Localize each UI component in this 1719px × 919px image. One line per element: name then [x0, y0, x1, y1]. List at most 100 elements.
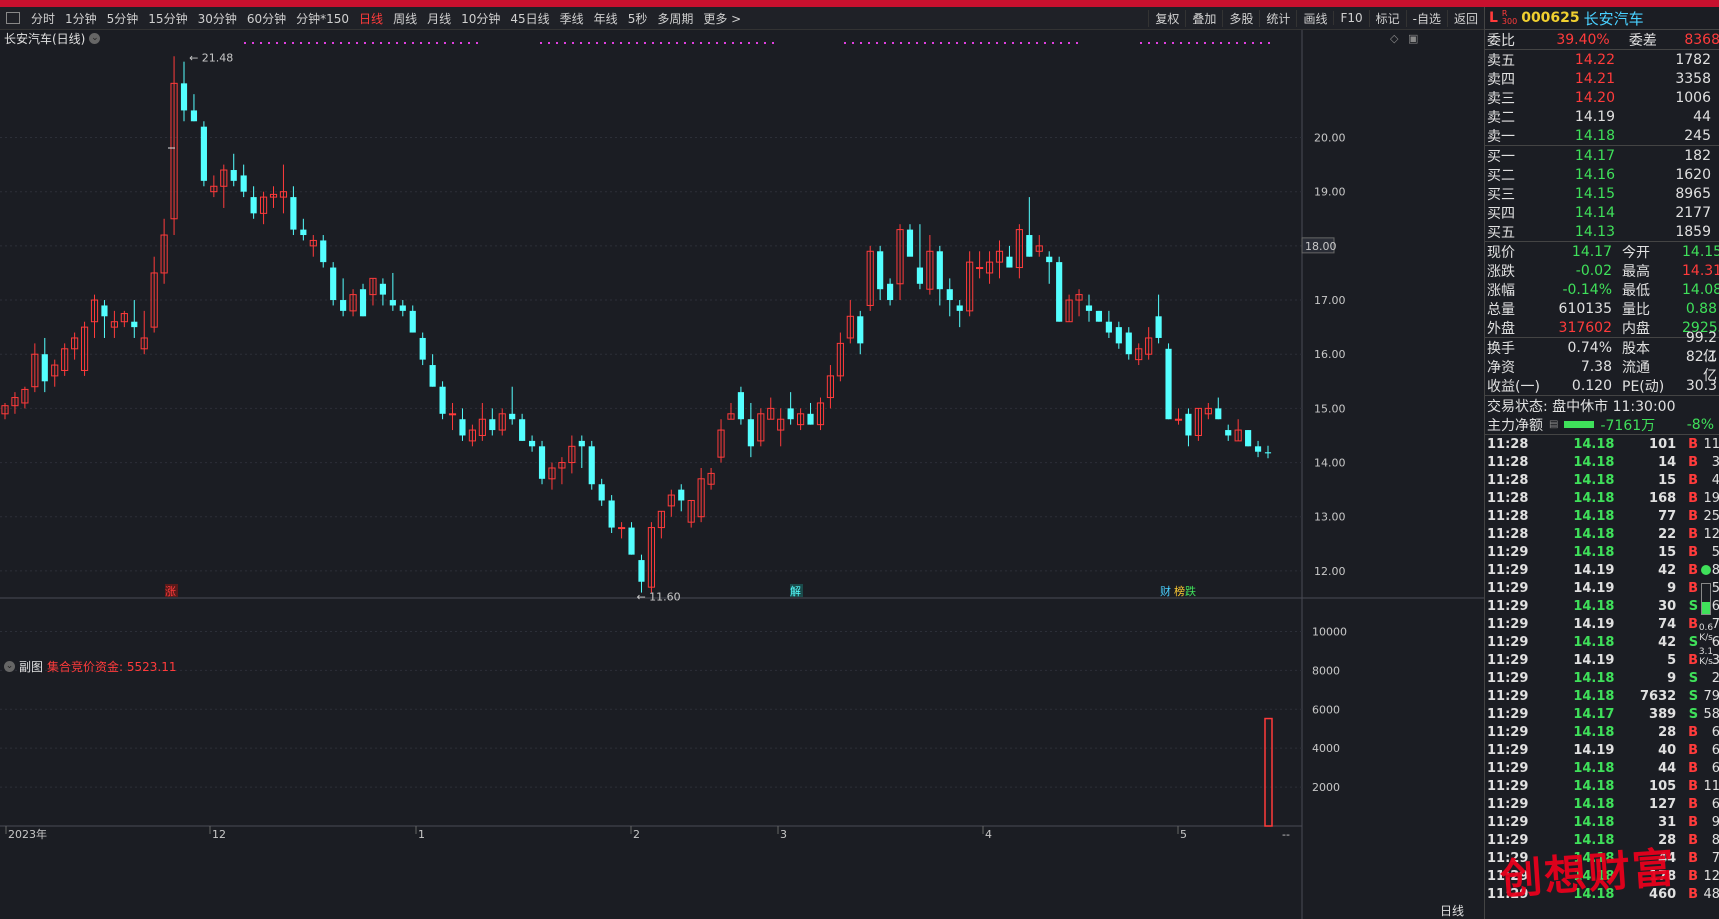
signal-dot — [1236, 42, 1238, 44]
book-price: 14.19 — [1574, 108, 1615, 125]
bottom-period-label[interactable]: 日线 — [1440, 902, 1464, 919]
tick-count: 5 — [1711, 544, 1719, 560]
signal-dot — [668, 42, 670, 44]
signal-dot — [356, 42, 358, 44]
candle-body — [200, 126, 207, 181]
signal-dot — [1196, 42, 1198, 44]
quote-value: 0.120 — [1571, 377, 1612, 394]
book-price: 14.17 — [1574, 147, 1615, 164]
tick-side: S — [1688, 688, 1699, 704]
tick-row: 11:29 14.19 40 B 6 — [1485, 741, 1719, 759]
tick-price: 14.18 — [1573, 634, 1615, 650]
bids-row[interactable]: 买一 14.17 182 — [1485, 146, 1719, 165]
book-label: 卖二 — [1487, 109, 1515, 126]
event-marker: 榜 — [1174, 584, 1185, 598]
candle-body — [976, 267, 984, 270]
tick-time: 11:28 — [1487, 436, 1529, 452]
asks-row[interactable]: 卖一 14.18 245 — [1485, 126, 1719, 145]
x-tick-label: 2 — [633, 828, 640, 841]
quote-label-2: 量比 — [1622, 301, 1650, 318]
signal-dot — [1068, 42, 1070, 44]
tick-volume: 9 — [1667, 670, 1677, 686]
signal-dot — [740, 42, 742, 44]
signal-dot — [884, 42, 886, 44]
tick-price: 14.18 — [1573, 598, 1615, 614]
signal-dot — [1212, 42, 1214, 44]
quote-label: 净资 — [1487, 359, 1515, 376]
x-tick-label: 3 — [780, 828, 787, 841]
tick-row: 11:29 14.18 28 B 6 — [1485, 723, 1719, 741]
signal-dot — [1244, 42, 1246, 44]
tick-time: 11:29 — [1487, 742, 1529, 758]
signal-dot — [428, 42, 430, 44]
signal-dot — [452, 42, 454, 44]
tick-row: 11:28 14.18 101 B 11 — [1485, 435, 1719, 453]
trade-status: 交易状态: 盘中休市 11:30:00 — [1485, 395, 1719, 415]
stock-code[interactable]: 000625 — [1521, 10, 1579, 26]
tick-row: 11:29 14.18 30 S 6 — [1485, 597, 1719, 615]
tick-side: B — [1688, 850, 1699, 866]
signal-dot — [900, 42, 902, 44]
tick-price: 14.18 — [1573, 544, 1615, 560]
tick-volume: 31 — [1658, 814, 1677, 830]
quote-stats: 现价 14.17 今开 14.15 涨跌 -0.02 最高 14.31 涨幅 -0.14% 最低 14… — [1485, 241, 1719, 337]
book-price: 14.15 — [1574, 185, 1615, 202]
bids-row[interactable]: 买五 14.13 1859 — [1485, 222, 1719, 241]
bids-row[interactable]: 买四 14.14 2177 — [1485, 203, 1719, 222]
tick-count: 6 — [1711, 796, 1719, 812]
book-volume: 8965 — [1675, 185, 1711, 202]
signal-dot — [396, 42, 398, 44]
book-price: 14.18 — [1574, 127, 1615, 144]
chevron-down-icon[interactable]: ⌄ — [4, 661, 15, 672]
bids-row[interactable]: 买三 14.15 8965 — [1485, 184, 1719, 203]
tick-count: 4 — [1711, 472, 1719, 488]
book-price: 14.22 — [1574, 51, 1615, 68]
tick-side: B — [1688, 796, 1699, 812]
quote-value-2: 0.88 — [1685, 300, 1717, 317]
candle-body — [877, 251, 884, 290]
tick-side: S — [1688, 670, 1699, 686]
tick-side: B — [1688, 814, 1699, 830]
x-tick-label: 5 — [1180, 828, 1187, 841]
asks-row[interactable]: 卖四 14.21 3358 — [1485, 69, 1719, 88]
speed-down-value: 3.1 — [1698, 647, 1714, 657]
stock-name[interactable]: 长安汽车 — [1584, 8, 1644, 29]
book-volume: 1620 — [1675, 166, 1711, 183]
signal-dot — [756, 42, 758, 44]
weicha-value: 8368 — [1684, 31, 1719, 48]
kline-chart[interactable]: 12.00 13.00 14.00 15.00 16.00 17.00 19.00 20.00… — [0, 0, 1484, 919]
quote-row: 总量 610135 量比 0.88 — [1485, 299, 1719, 318]
weibi-label: 委比 — [1487, 32, 1515, 49]
net-flow-value: -7161万 — [1600, 417, 1656, 434]
tick-side: B — [1688, 778, 1699, 794]
book-label: 卖一 — [1487, 128, 1515, 145]
asks-row[interactable]: 卖二 14.19 44 — [1485, 107, 1719, 126]
sub-y-tick-label: 6000 — [1312, 703, 1340, 716]
quote-label: 涨跌 — [1487, 263, 1515, 280]
asks-row[interactable]: 卖三 14.20 1006 — [1485, 88, 1719, 107]
signal-dot — [620, 42, 622, 44]
list-icon[interactable]: ▤ — [1549, 419, 1558, 430]
book-price: 14.14 — [1574, 204, 1615, 221]
asks-row[interactable]: 卖五 14.22 1782 — [1485, 50, 1719, 69]
tick-row: 11:29 14.19 42 B 8 — [1485, 561, 1719, 579]
sub-y-tick-label: 8000 — [1312, 664, 1340, 677]
tick-volume: 168 — [1649, 490, 1677, 506]
net-flow-pct: -8% — [1686, 416, 1714, 433]
signal-dot — [244, 42, 246, 44]
tick-volume: 42 — [1658, 562, 1677, 578]
quote-value: -0.14% — [1562, 281, 1612, 298]
signal-dot — [252, 42, 254, 44]
candle-body — [936, 251, 943, 290]
tick-count: 11 — [1703, 436, 1719, 452]
quote-label-2: 股本 — [1622, 340, 1650, 357]
quote-row: 涨幅 -0.14% 最低 14.08 — [1485, 280, 1719, 299]
book-label: 买三 — [1487, 186, 1515, 203]
weibi-row: 委比 39.40% 委差 8368 — [1485, 30, 1719, 49]
candle-body — [1056, 262, 1063, 322]
candle-body — [41, 354, 48, 382]
signal-dot — [308, 42, 310, 44]
bids-row[interactable]: 买二 14.16 1620 — [1485, 165, 1719, 184]
x-tick-label: 1 — [418, 828, 425, 841]
tick-list[interactable]: 11:28 14.18 101 B 11 11:28 14.18 14 B 3 11:28 14.18… — [1485, 434, 1719, 903]
